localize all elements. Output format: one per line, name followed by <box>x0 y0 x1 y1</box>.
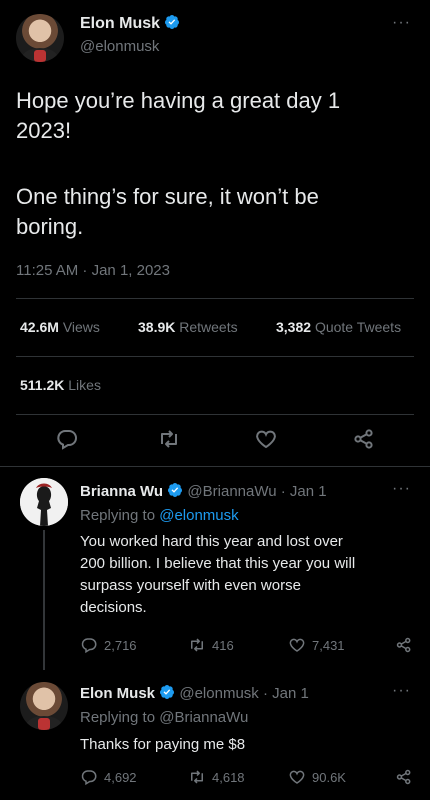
reply-author-name[interactable]: Elon Musk <box>80 685 155 702</box>
retweet-icon <box>191 638 203 652</box>
reply-reply-button[interactable]: 2,716 <box>80 636 137 654</box>
reply-reply-button[interactable]: 4,692 <box>80 768 137 786</box>
reply-icon <box>81 770 97 786</box>
retweets-count: 38.9K <box>138 319 176 335</box>
reply-header[interactable]: Brianna Wu @BriannaWu · Jan 1 <box>80 482 327 500</box>
views-stat[interactable]: 42.6M Views <box>20 319 100 335</box>
retweet-count: 4,618 <box>212 769 245 785</box>
reply-like-button[interactable]: 90.6K <box>288 768 346 786</box>
reply-header[interactable]: Elon Musk @elonmusk · Jan 1 <box>80 684 309 702</box>
quote-tweets-count: 3,382 <box>276 319 312 335</box>
author-name-row[interactable]: Elon Musk <box>80 14 180 33</box>
verified-badge-icon <box>165 15 180 29</box>
tweet-timestamp[interactable]: 11:25 AM · Jan 1, 2023 <box>16 262 170 279</box>
reply-retweet-button[interactable]: 416 <box>188 636 234 654</box>
avatar-collar <box>38 718 50 730</box>
reply-author-name[interactable]: Brianna Wu <box>80 483 163 500</box>
reply-meta[interactable]: @BriannaWu · Jan 1 <box>187 483 326 500</box>
like-button[interactable] <box>254 427 278 451</box>
heart-icon <box>289 638 305 652</box>
more-options-icon[interactable]: ··· <box>392 480 411 498</box>
more-options-icon[interactable]: ··· <box>392 682 411 700</box>
quote-tweets-label: Quote Tweets <box>314 319 402 335</box>
reply-icon <box>81 638 97 654</box>
retweets-stat[interactable]: 38.9K Retweets <box>138 319 238 335</box>
avatar-collar <box>34 50 46 62</box>
divider <box>16 298 414 299</box>
share-icon <box>396 769 411 785</box>
more-options-icon[interactable]: ··· <box>392 14 411 32</box>
tweet-text-line-2: 2023! <box>16 118 72 143</box>
retweet-icon <box>191 770 203 784</box>
verified-badge-icon <box>168 483 183 497</box>
retweet-button[interactable] <box>157 427 181 451</box>
like-count: 90.6K <box>312 769 346 785</box>
reply-icon <box>57 430 77 450</box>
reply-text-line-3: surpass yourself with even worse <box>80 577 301 594</box>
author-handle[interactable]: @elonmusk <box>80 38 159 55</box>
tweet-text-line-4: boring. <box>16 214 84 239</box>
reply-count: 4,692 <box>104 769 137 785</box>
avatar-figure-icon <box>20 478 68 526</box>
reply-share-button[interactable] <box>395 768 413 786</box>
tweet-text-line-3: One thing’s for sure, it won’t be <box>16 184 319 209</box>
likes-stat[interactable]: 511.2K Likes <box>20 377 101 393</box>
quote-tweets-stat[interactable]: 3,382 Quote Tweets <box>276 319 401 335</box>
replying-to-prefix: Replying to <box>80 709 156 726</box>
reply-text-line-1: Thanks for paying me $8 <box>80 736 246 753</box>
share-button[interactable] <box>352 427 376 451</box>
tweet-text-line-1: Hope you’re having a great day 1 <box>16 88 341 113</box>
retweet-count: 416 <box>212 637 234 653</box>
reply-text-line-2: 200 billion. I believe that this year yo… <box>80 555 356 572</box>
reply-like-button[interactable]: 7,431 <box>288 636 345 654</box>
thread-line <box>43 530 45 670</box>
views-count: 42.6M <box>20 319 59 335</box>
retweet-icon <box>161 430 177 448</box>
replying-to-handle[interactable]: @elonmusk <box>159 507 238 524</box>
avatar[interactable] <box>20 478 68 526</box>
author-name[interactable]: Elon Musk <box>80 15 160 32</box>
like-count: 7,431 <box>312 637 345 653</box>
share-icon <box>396 637 411 653</box>
replying-to: Replying to @elonmusk <box>80 507 239 524</box>
share-icon <box>354 429 373 449</box>
avatar[interactable] <box>20 682 68 730</box>
reply-count: 2,716 <box>104 637 137 653</box>
reply-text-line-4: decisions. <box>80 599 147 616</box>
replying-to: Replying to @BriannaWu <box>80 709 248 726</box>
likes-label: Likes <box>68 377 101 393</box>
likes-count: 511.2K <box>20 377 65 393</box>
reply-share-button[interactable] <box>395 636 413 654</box>
verified-badge-icon <box>160 685 175 699</box>
avatar[interactable] <box>16 14 64 62</box>
divider <box>16 356 414 357</box>
replying-to-handle[interactable]: @BriannaWu <box>159 709 248 726</box>
reply-retweet-button[interactable]: 4,618 <box>188 768 245 786</box>
divider <box>0 466 430 467</box>
reply-button[interactable] <box>55 427 79 451</box>
reply-meta[interactable]: @elonmusk · Jan 1 <box>179 685 308 702</box>
reply-text-line-1: You worked hard this year and lost over <box>80 533 343 550</box>
heart-icon <box>256 430 276 449</box>
retweets-label: Retweets <box>179 319 238 335</box>
heart-icon <box>289 770 305 784</box>
divider <box>16 414 414 415</box>
replying-to-prefix: Replying to <box>80 507 156 524</box>
views-label: Views <box>62 319 100 335</box>
